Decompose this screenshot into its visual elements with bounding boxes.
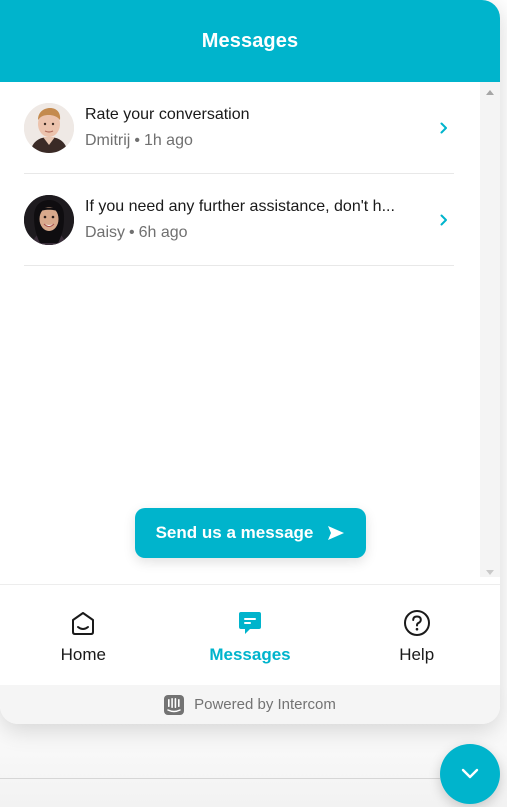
conversation-meta: Dmitrij • 1h ago [85, 130, 427, 152]
conversation-time: 1h ago [143, 131, 193, 149]
conversation-title: Rate your conversation [85, 105, 250, 123]
conversation-item[interactable]: Rate your conversation Dmitrij • 1h ago [24, 82, 454, 174]
scroll-down-arrow-icon[interactable] [486, 570, 494, 575]
conversation-time: 6h ago [138, 223, 188, 241]
messenger-header: Messages [0, 0, 500, 82]
avatar-dmitrij-icon [24, 102, 74, 153]
nav-label-messages: Messages [209, 645, 291, 664]
avatar-daisy-icon [24, 194, 74, 245]
header-title: Messages [201, 29, 299, 52]
nav-item-messages[interactable]: Messages [167, 585, 334, 685]
meta-separator: • [134, 131, 140, 149]
bottom-navigation: Home Messages Help [0, 584, 500, 685]
scrollbar[interactable] [480, 82, 500, 577]
home-icon [72, 612, 95, 635]
conversation-meta: Daisy • 6h ago [85, 222, 427, 244]
conversation-author: Daisy [85, 223, 126, 241]
messages-icon [239, 612, 261, 634]
intercom-logo-icon [164, 694, 185, 715]
conversation-title: If you need any further assistance, don'… [85, 197, 395, 215]
conversation-list: Rate your conversation Dmitrij•1h ago [24, 82, 454, 266]
nav-label-home: Home [60, 645, 107, 664]
send-message-button[interactable]: Send us a message [135, 508, 366, 558]
powered-by-text: Powered by Intercom [194, 696, 336, 713]
help-icon [403, 610, 430, 636]
chevron-right-icon [440, 122, 447, 133]
nav-item-help[interactable]: Help [333, 585, 500, 685]
meta-separator: • [129, 223, 135, 241]
messenger-launcher-button[interactable] [440, 744, 500, 804]
nav-item-home[interactable]: Home [0, 585, 167, 685]
chevron-down-icon [461, 768, 479, 779]
send-message-label: Send us a message [155, 523, 314, 542]
conversation-panel: Rate your conversation Dmitrij•1h ago [0, 82, 500, 584]
nav-label-help: Help [399, 645, 435, 664]
conversation-item[interactable]: If you need any further assistance, don'… [24, 174, 454, 266]
send-arrow-icon [328, 526, 345, 540]
scroll-up-arrow-icon[interactable] [486, 90, 494, 95]
page-divider [0, 778, 440, 779]
chevron-right-icon [440, 214, 447, 225]
messenger-widget: Messages Rate your conversation Dmitrij … [0, 0, 500, 724]
powered-by-footer[interactable]: Powered by Intercom [0, 685, 500, 724]
conversation-author: Dmitrij [85, 131, 131, 149]
